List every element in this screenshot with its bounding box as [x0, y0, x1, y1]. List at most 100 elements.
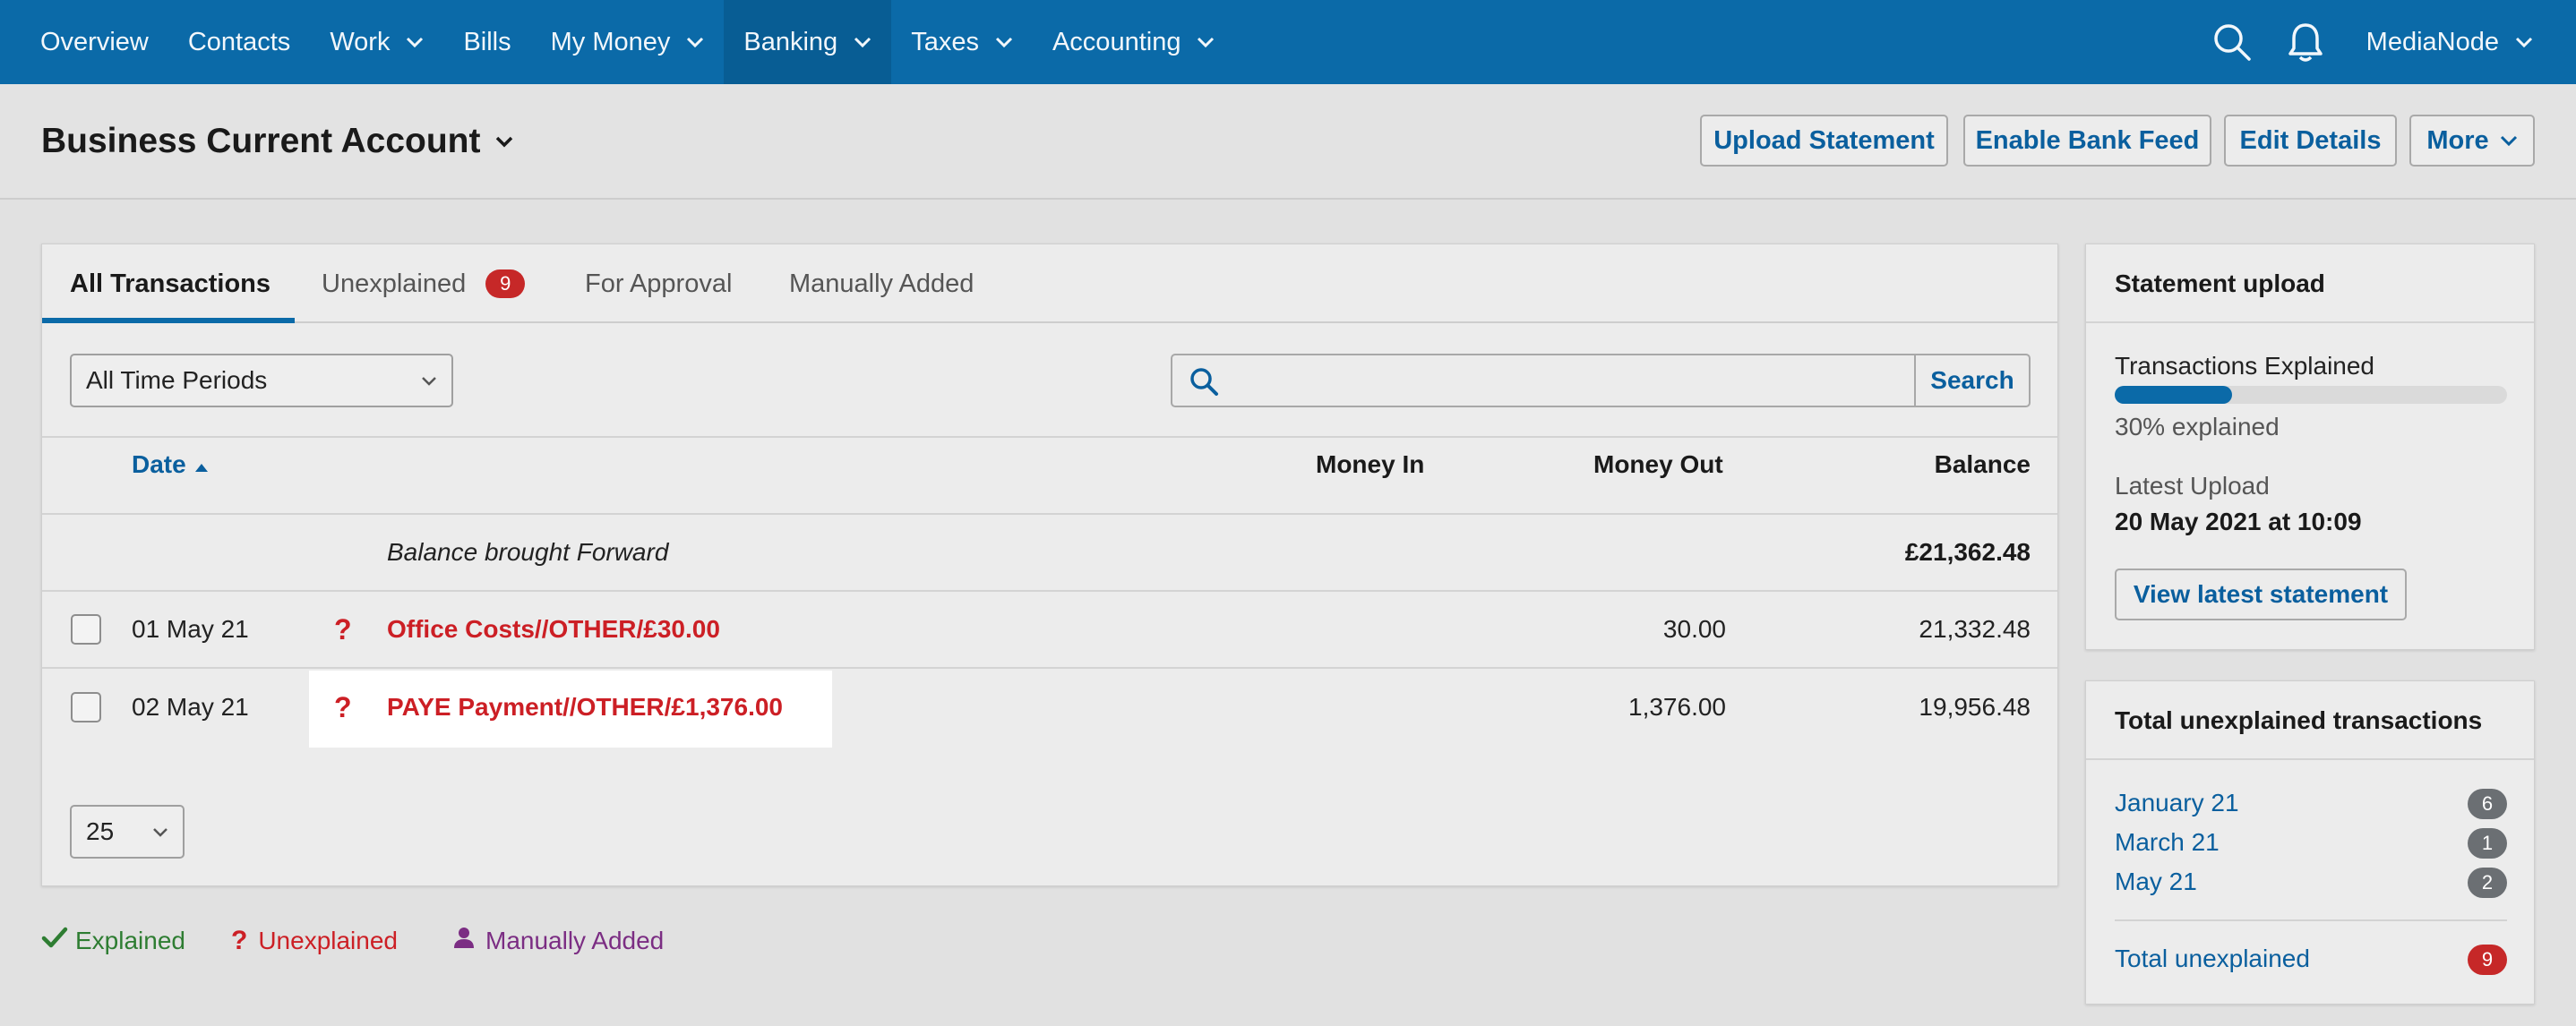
transaction-description-link[interactable]: PAYE Payment//OTHER/£1,376.00 [387, 693, 783, 722]
progress-text: 30% explained [2115, 413, 2280, 440]
unexplained-summary-panel: Total unexplained transactions January 2… [2085, 680, 2535, 1005]
month-link-march[interactable]: March 21 [2115, 828, 2220, 857]
unexplained-icon: ? [334, 691, 352, 723]
legend-unexplained: ? Unexplained [231, 926, 398, 956]
row-balance: 21,332.48 [1919, 615, 2031, 643]
row-checkbox[interactable] [71, 614, 101, 645]
chevron-down-icon [686, 37, 704, 47]
tab-for-approval[interactable]: For Approval [585, 244, 732, 323]
nav-item-my-money[interactable]: My Money [531, 0, 725, 84]
nav-item-label: Accounting [1052, 27, 1181, 56]
search-input[interactable] [1232, 359, 1871, 404]
nav-item-label: Work [330, 27, 391, 56]
enable-bank-feed-button[interactable]: Enable Bank Feed [1963, 115, 2211, 167]
tab-all-transactions[interactable]: All Transactions [70, 244, 270, 323]
panel-title: Total unexplained transactions [2115, 706, 2483, 734]
chevron-down-icon [2515, 37, 2533, 47]
tab-label: Unexplained [322, 269, 467, 298]
month-count-badge: 6 [2468, 789, 2507, 819]
nav-item-bills[interactable]: Bills [443, 0, 530, 84]
nav-item-label: Bills [463, 27, 511, 56]
chevron-down-icon [995, 37, 1013, 47]
row-balance: 19,956.48 [1919, 693, 2031, 721]
tab-label: Manually Added [789, 269, 975, 298]
month-link-may[interactable]: May 21 [2115, 868, 2197, 896]
page-size-select[interactable]: 25 [70, 805, 185, 859]
upload-statement-button[interactable]: Upload Statement [1700, 115, 1948, 167]
period-select[interactable]: All Time Periods [70, 354, 453, 407]
nav-item-taxes[interactable]: Taxes [891, 0, 1033, 84]
nav-item-contacts[interactable]: Contacts [168, 0, 310, 84]
view-latest-statement-button[interactable]: View latest statement [2115, 569, 2407, 620]
row-checkbox[interactable] [71, 692, 101, 722]
chevron-down-icon [152, 827, 168, 837]
progress-label: Transactions Explained [2115, 352, 2375, 380]
tab-unexplained[interactable]: Unexplained 9 [322, 244, 526, 323]
column-header-label: Date [132, 450, 186, 478]
nav-item-overview[interactable]: Overview [0, 0, 168, 84]
tab-manually-added[interactable]: Manually Added [789, 244, 974, 323]
button-label: Search [1930, 366, 2014, 394]
question-mark-icon: ? [231, 926, 248, 955]
user-menu[interactable]: MediaNode [2352, 28, 2576, 57]
row-money-out: 30.00 [1662, 615, 1726, 643]
month-count-badge: 1 [2468, 828, 2507, 859]
brought-forward-balance: £21,362.48 [1904, 538, 2031, 566]
nav-item-label: My Money [550, 27, 671, 56]
row-date: 02 May 21 [132, 693, 249, 721]
divider [2115, 919, 2507, 921]
chevron-down-icon [2500, 135, 2518, 146]
search-button[interactable]: Search [1914, 354, 2031, 407]
progress-fill [2115, 386, 2233, 404]
search-box [1171, 354, 1927, 407]
divider [2086, 321, 2534, 323]
tab-label: All Transactions [70, 269, 271, 298]
top-navigation-bar: Overview Contacts Work Bills My Money Ba… [0, 0, 2576, 84]
chevron-down-icon [421, 376, 437, 386]
chevron-down-icon [494, 135, 514, 148]
nav-item-label: Overview [40, 27, 149, 56]
divider [42, 513, 2057, 515]
transactions-card: All Transactions Unexplained 9 For Appro… [41, 244, 2058, 886]
chevron-down-icon [854, 37, 872, 47]
bell-icon[interactable] [2279, 0, 2332, 84]
button-label: Enable Bank Feed [1975, 125, 2200, 155]
explained-progress-bar [2115, 386, 2507, 404]
button-label: Upload Statement [1713, 125, 1935, 155]
unexplained-count-badge: 9 [485, 269, 526, 298]
button-label: View latest statement [2133, 580, 2389, 608]
balance-column-header: Balance [1934, 450, 2031, 478]
latest-upload-label: Latest Upload [2115, 472, 2270, 500]
total-unexplained-link[interactable]: Total unexplained [2115, 945, 2310, 973]
unexplained-icon: ? [334, 613, 352, 646]
transaction-description-link[interactable]: Office Costs//OTHER/£30.00 [387, 615, 720, 644]
legend-label: Unexplained [258, 927, 398, 954]
search-icon[interactable] [2205, 0, 2259, 84]
statement-upload-panel: Statement upload Transactions Explained … [2085, 244, 2535, 650]
sort-ascending-icon [193, 450, 210, 479]
nav-item-banking[interactable]: Banking [724, 0, 892, 84]
divider [42, 590, 2057, 592]
user-name: MediaNode [2366, 27, 2499, 56]
legend-manually-added: Manually Added [453, 926, 664, 955]
divider [42, 436, 2057, 438]
active-tab-indicator [42, 318, 295, 323]
period-select-value: All Time Periods [86, 366, 268, 394]
edit-details-button[interactable]: Edit Details [2224, 115, 2397, 167]
more-button[interactable]: More [2409, 115, 2535, 167]
brought-forward-label: Balance brought Forward [387, 538, 669, 566]
divider [2086, 758, 2534, 760]
date-column-header[interactable]: Date [132, 450, 210, 479]
nav-item-label: Banking [743, 27, 838, 56]
account-selector[interactable]: Business Current Account [41, 122, 514, 161]
nav-item-accounting[interactable]: Accounting [1033, 0, 1235, 84]
panel-title: Statement upload [2115, 269, 2325, 297]
person-icon [453, 926, 475, 955]
nav-item-work[interactable]: Work [310, 0, 443, 84]
transaction-tabs: All Transactions Unexplained 9 For Appro… [42, 244, 2057, 323]
button-label: Edit Details [2239, 125, 2382, 155]
chevron-down-icon [1197, 37, 1215, 47]
chevron-down-icon [406, 37, 424, 47]
checkmark-icon [41, 926, 68, 955]
month-link-january[interactable]: January 21 [2115, 789, 2239, 817]
